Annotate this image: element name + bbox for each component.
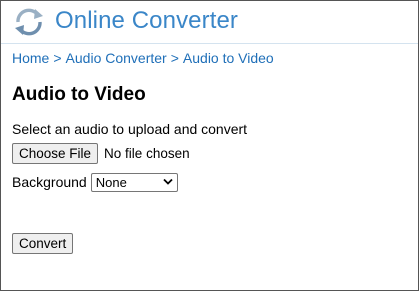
upload-instruction: Select an audio to upload and convert (12, 121, 248, 137)
breadcrumb-audio-to-video-link[interactable]: Audio to Video (183, 50, 274, 66)
background-select[interactable]: None (90, 172, 178, 192)
file-status-text: No file chosen (104, 145, 190, 161)
file-input[interactable]: Choose File No file chosen (12, 142, 190, 164)
convert-row: Convert (12, 233, 74, 254)
refresh-arrows-icon[interactable] (12, 6, 46, 38)
background-selected-value: None (95, 174, 127, 190)
chevron-down-icon (163, 178, 173, 185)
breadcrumb-audio-converter-link[interactable]: Audio Converter (66, 50, 167, 66)
site-header: Online Converter (1, 1, 418, 44)
breadcrumb: Home > Audio Converter > Audio to Video (12, 50, 274, 66)
breadcrumb-separator: > (53, 50, 62, 66)
breadcrumb-separator: > (170, 50, 179, 66)
choose-file-button[interactable]: Choose File (12, 142, 99, 164)
breadcrumb-home-link[interactable]: Home (12, 50, 49, 66)
site-title[interactable]: Online Converter (55, 7, 238, 35)
convert-button[interactable]: Convert (12, 233, 74, 254)
page-title: Audio to Video (12, 84, 146, 105)
background-label: Background (12, 174, 87, 190)
page-frame: Online Converter Home > Audio Converter > Au… (0, 0, 419, 291)
background-row: Background None (12, 172, 178, 192)
